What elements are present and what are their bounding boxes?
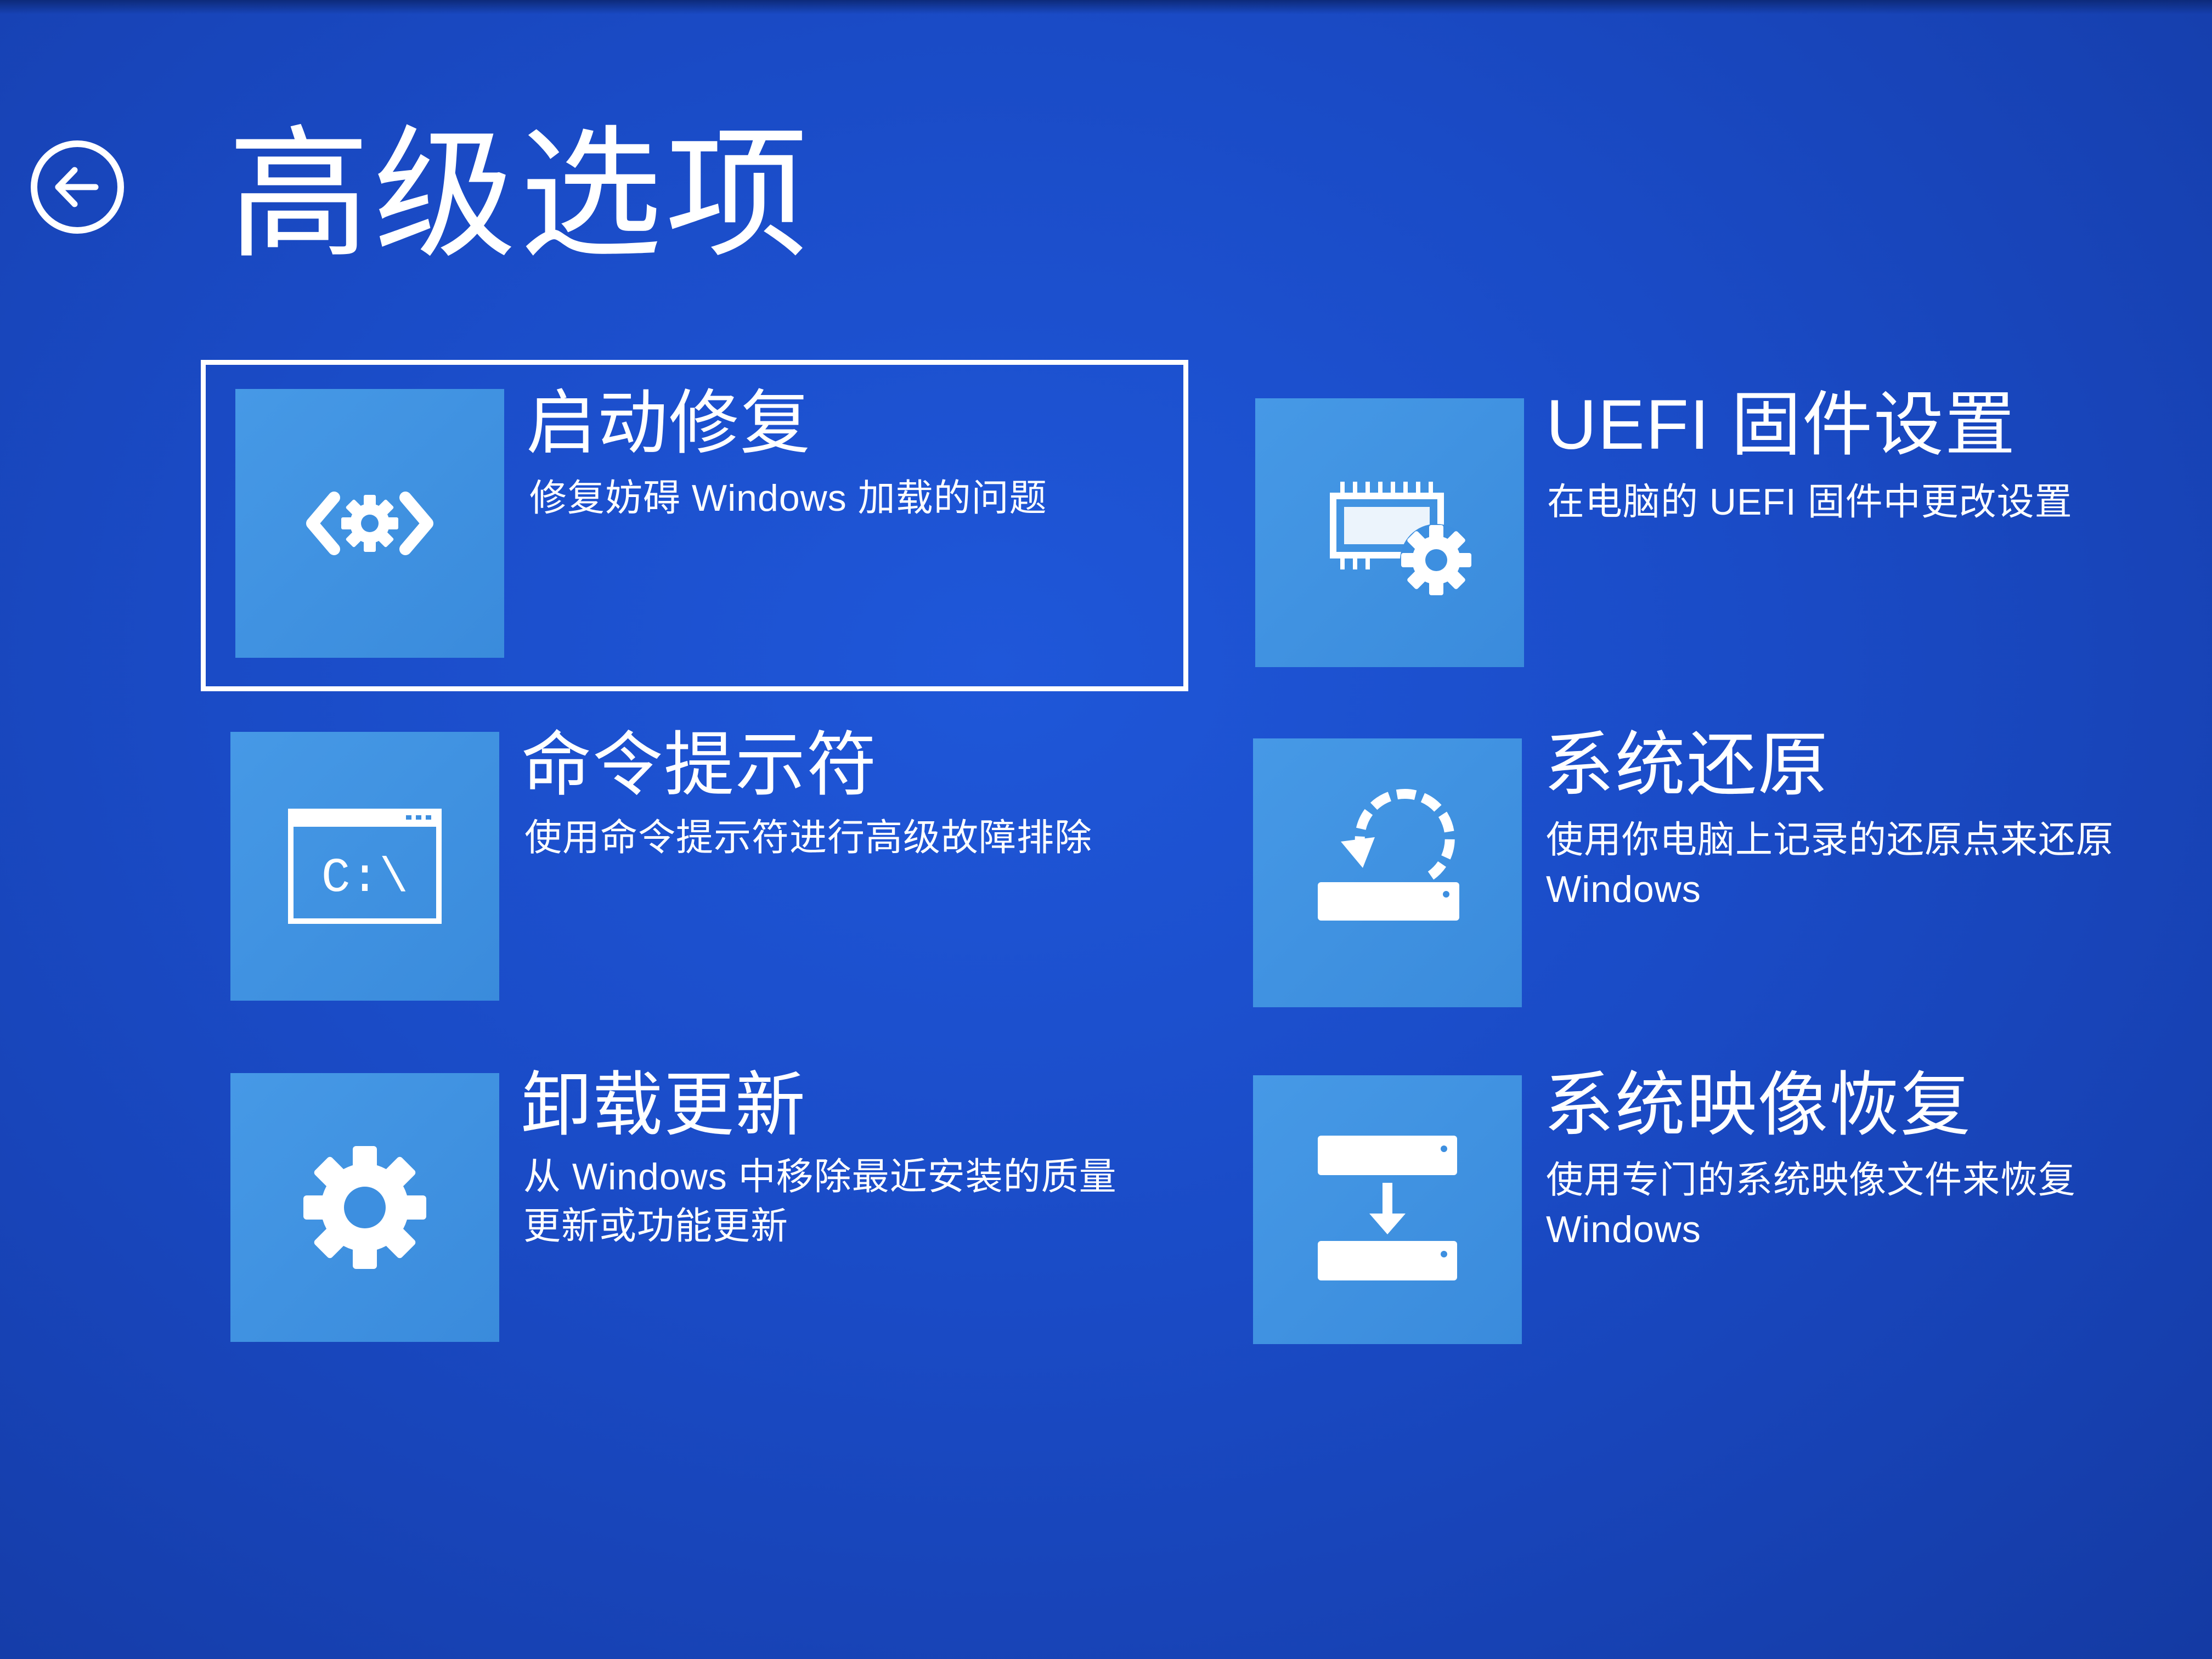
option-description: 在电脑的 UEFI 固件中更改设置: [1547, 481, 2073, 523]
option-title: 卸载更新: [521, 1066, 807, 1144]
gear-icon: [303, 1146, 426, 1269]
option-system-restore[interactable]: 系统还原 使用你电脑上记录的还原点来还原 Windows: [1253, 724, 2202, 1009]
option-description: 从 Windows 中移除最近安装的质量更新或功能更新: [523, 1156, 1117, 1247]
option-tile: C:\: [230, 732, 499, 1001]
option-tile: [1253, 738, 1522, 1007]
command-prompt-icon-text: C:\: [321, 851, 408, 906]
option-tile: [1253, 1075, 1522, 1344]
option-tile: [230, 1073, 499, 1342]
back-button[interactable]: [31, 140, 124, 234]
option-command-prompt[interactable]: C:\ 命令提示符 使用命令提示符进行高级故障排除: [230, 724, 1163, 1009]
option-description: 修复妨碍 Windows 加载的问题: [529, 477, 1047, 519]
top-edge: [0, 0, 2212, 14]
page-title: 高级选项: [228, 116, 811, 275]
option-tile: [235, 389, 504, 658]
option-description: 使用命令提示符进行高级故障排除: [524, 817, 1093, 859]
uefi-chip-gear-icon: [1330, 482, 1472, 596]
option-uninstall-updates[interactable]: 卸载更新 从 Windows 中移除最近安装的质量更新或功能更新: [230, 1064, 1163, 1350]
option-title: 系统映像恢复: [1544, 1066, 1972, 1144]
option-title: UEFI 固件设置: [1546, 386, 2017, 464]
option-description: 使用专门的系统映像文件来恢复 Windows: [1546, 1159, 2076, 1250]
system-restore-icon: [1318, 789, 1459, 921]
option-system-image-recovery[interactable]: 系统映像恢复 使用专门的系统映像文件来恢复 Windows: [1253, 1064, 2202, 1350]
back-arrow-icon: [55, 167, 99, 207]
command-prompt-icon: C:\: [288, 809, 442, 924]
option-title: 启动修复: [526, 384, 812, 462]
system-image-recovery-icon: [1318, 1136, 1457, 1280]
option-title: 命令提示符: [521, 726, 878, 804]
option-uefi-settings[interactable]: UEFI 固件设置 在电脑的 UEFI 固件中更改设置: [1255, 384, 2199, 669]
option-description: 使用你电脑上记录的还原点来还原 Windows: [1546, 819, 2114, 910]
option-startup-repair[interactable]: 启动修复 修复妨碍 Windows 加载的问题: [201, 360, 1188, 691]
startup-repair-icon: [306, 492, 433, 555]
option-title: 系统还原: [1544, 726, 1830, 804]
option-tile: [1255, 398, 1524, 667]
